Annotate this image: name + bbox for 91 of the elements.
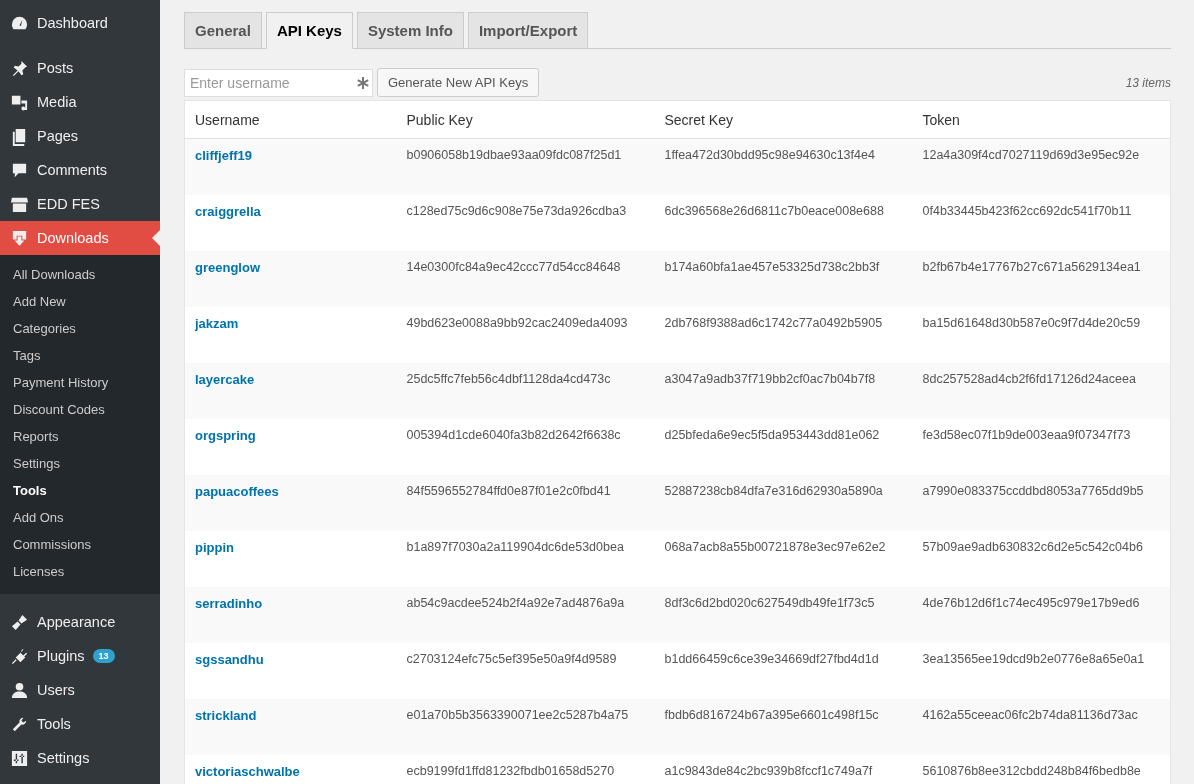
brush-icon <box>10 612 29 632</box>
submenu-item[interactable]: Tools <box>0 477 160 504</box>
key-cell: d25bfeda6e9ec5f5da953443dd81e062 <box>654 419 913 475</box>
key-cell: e01a70b5b3563390071ee2c5287b4a75 <box>396 699 655 755</box>
key-cell: fbdb6d816724b67a395e6601c498f15c <box>654 699 913 755</box>
sidebar-item[interactable]: Users <box>0 673 160 707</box>
key-cell: b2fb67b4e17767b27c671a5629134ea1 <box>912 251 1171 307</box>
tab[interactable]: System Info <box>356 12 464 49</box>
key-cell: ab54c9acdee524b2f4a92e7ad4876a9a <box>396 587 655 643</box>
key-cell: b1dd66459c6ce39e34669df27fbd4d1d <box>654 643 913 699</box>
key-cell: a7990e083375ccddbd8053a7765dd9b5 <box>912 475 1171 531</box>
key-cell: 4de76b12d6f1c74ec495c979e17b9ed6 <box>912 587 1171 643</box>
sidebar-item[interactable]: Posts <box>0 51 160 85</box>
key-cell: 8dc257528ad4cb2f6fd17126d24aceea <box>912 363 1171 419</box>
sidebar-item[interactable]: EDD FES <box>0 187 160 221</box>
key-cell: 14e0300fc84a9ec42ccc77d54cc84648 <box>396 251 655 307</box>
submenu-item[interactable]: Licenses <box>0 558 160 585</box>
key-cell: 1ffea472d30bdd95c98e94630c13f4e4 <box>654 138 913 195</box>
key-cell: 0f4b33445b423f62cc692dc541f70b11 <box>912 195 1171 251</box>
download-icon <box>10 228 29 248</box>
key-cell: 5610876b8ee312cbdd248b84f6bedb8e <box>912 755 1171 784</box>
username-link[interactable]: sgssandhu <box>195 652 264 667</box>
key-cell: c2703124efc75c5ef395e50a9f4d9589 <box>396 643 655 699</box>
username-link[interactable]: craiggrella <box>195 204 261 219</box>
tab[interactable]: General <box>184 12 262 49</box>
sidebar-item[interactable]: Comments <box>0 153 160 187</box>
key-cell: 2db768f9388ad6c1742c77a0492b5905 <box>654 307 913 363</box>
username-link[interactable]: strickland <box>195 708 257 723</box>
sidebar-item[interactable]: Media <box>0 85 160 119</box>
submenu-item[interactable]: Discount Codes <box>0 396 160 423</box>
submenu-item[interactable]: All Downloads <box>0 261 160 288</box>
key-cell: b1a897f7030a2a119904dc6de53d0bea <box>396 531 655 587</box>
key-cell: 8df3c6d2bd020c627549db49fe1f73c5 <box>654 587 913 643</box>
column-header: Username <box>184 100 397 139</box>
key-cell: 84f5596552784ffd0e87f01e2c0fbd41 <box>396 475 655 531</box>
pin-icon <box>10 58 29 78</box>
submenu-item[interactable]: Commissions <box>0 531 160 558</box>
sidebar-item[interactable]: Appearance <box>0 605 160 639</box>
sidebar-item[interactable]: Settings <box>0 741 160 775</box>
key-cell: 52887238cb84dfa7e316d62930a5890a <box>654 475 913 531</box>
submenu-item[interactable]: Add New <box>0 288 160 315</box>
key-cell: fe3d58ec07f1b9de003eaa9f07347f73 <box>912 419 1171 475</box>
submenu-item[interactable]: Tags <box>0 342 160 369</box>
username-link[interactable]: papuacoffees <box>195 484 279 499</box>
submenu-item[interactable]: Add Ons <box>0 504 160 531</box>
username-link[interactable]: layercake <box>195 372 255 387</box>
submenu-item[interactable]: Reports <box>0 423 160 450</box>
username-link[interactable]: cliffjeff19 <box>195 148 253 163</box>
submenu-item[interactable]: Payment History <box>0 369 160 396</box>
user-icon <box>10 680 29 700</box>
column-header: Public Key <box>396 100 655 139</box>
item-count: 13 items <box>1125 75 1171 90</box>
key-cell: 12a4a309f4cd7027119d69d3e95ec92e <box>912 138 1171 195</box>
key-cell: 068a7acb8a55b00721878e3ec97e62e2 <box>654 531 913 587</box>
key-cell: b174a60bfa1ae457e53325d738c2bb3f <box>654 251 913 307</box>
submenu-item[interactable]: Categories <box>0 315 160 342</box>
username-link[interactable]: victoriaschwalbe <box>195 764 300 779</box>
key-cell: ecb9199fd1ffd81232fbdb01658d5270 <box>396 755 655 784</box>
asterisk-icon <box>357 76 369 89</box>
column-header: Token <box>912 100 1171 139</box>
username-link[interactable]: orgspring <box>195 428 256 443</box>
key-cell: 6dc396568e26d6811c7b0eace008e688 <box>654 195 913 251</box>
username-link[interactable]: pippin <box>195 540 234 555</box>
sidebar-item[interactable]: Tools <box>0 707 160 741</box>
plug-icon <box>10 646 29 666</box>
sidebar-item[interactable]: Pages <box>0 119 160 153</box>
key-cell: 4162a55ceeac06fc2b74da81136d73ac <box>912 699 1171 755</box>
key-cell: 57b09ae9adb630832c6d2e5c542c04b6 <box>912 531 1171 587</box>
username-field[interactable]: Enter username <box>184 68 373 97</box>
username-link[interactable]: jakzam <box>195 316 239 331</box>
key-cell: a1c9843de84c2bc939b8fccf1c749a7f <box>654 755 913 784</box>
sidebar-item[interactable]: Plugins 13 <box>0 639 160 673</box>
key-cell: 49bd623e0088a9bb92cac2409eda4093 <box>396 307 655 363</box>
key-cell: 3ea13565ee19dcd9b2e0776e8a65e0a1 <box>912 643 1171 699</box>
generate-keys-button[interactable]: Generate New API Keys <box>377 68 540 97</box>
key-cell: b0906058b19dbae93aa09fdc087f25d1 <box>396 138 655 195</box>
sidebar-item[interactable]: Downloads <box>0 221 160 255</box>
column-header: Secret Key <box>654 100 913 139</box>
tab[interactable]: API Keys <box>265 12 353 49</box>
submenu-item[interactable]: Settings <box>0 450 160 477</box>
key-cell: 005394d1cde6040fa3b82d2642f6638c <box>396 419 655 475</box>
key-cell: a3047a9adb37f719bb2cf0ac7b04b7f8 <box>654 363 913 419</box>
key-cell: ba15d61648d30b587e0c9f7d4de20c59 <box>912 307 1171 363</box>
key-cell: 25dc5ffc7feb56c4dbf1128da4cd473c <box>396 363 655 419</box>
key-cell: c128ed75c9d6c908e75e73da926cdba3 <box>396 195 655 251</box>
sliders-icon <box>10 748 29 768</box>
username-link[interactable]: greenglow <box>195 260 260 275</box>
sidebar-item[interactable]: Dashboard <box>0 6 160 40</box>
tab[interactable]: Import/Export <box>467 12 589 49</box>
username-link[interactable]: serradinho <box>195 596 263 611</box>
count-badge: 13 <box>92 649 115 663</box>
